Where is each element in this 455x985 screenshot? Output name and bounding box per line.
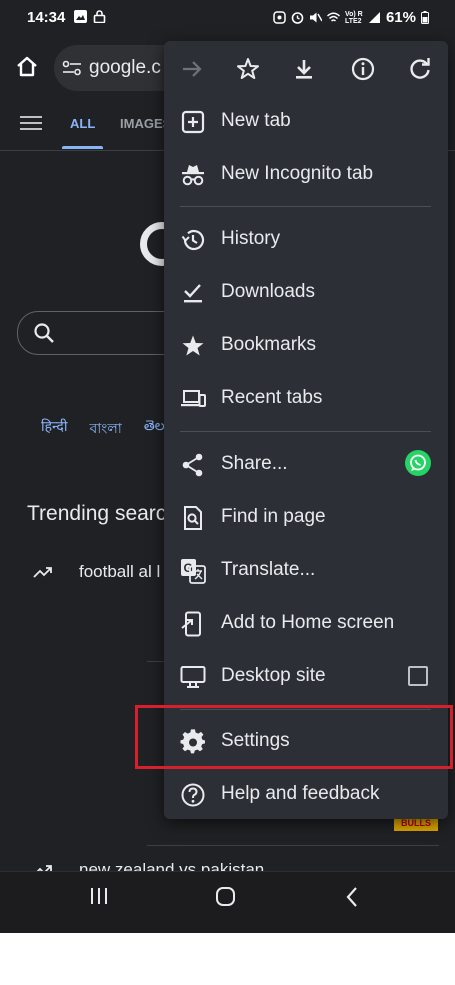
desktop-site-checkbox[interactable] (408, 666, 428, 686)
history-icon (181, 229, 205, 251)
info-icon[interactable] (350, 56, 376, 82)
help-icon (181, 783, 205, 807)
status-time: 14:34 (27, 9, 66, 26)
desktop-icon (180, 666, 206, 688)
home-icon[interactable] (12, 52, 42, 82)
battery-icon (421, 11, 429, 24)
menu-action-row (164, 41, 448, 97)
menu-item-label: Translate... (221, 559, 316, 580)
star-icon[interactable] (235, 56, 261, 82)
language-link-telugu[interactable]: తెల (144, 417, 165, 441)
menu-item-label: New tab (221, 110, 291, 131)
status-left-icons (74, 10, 106, 23)
menu-item-label: New Incognito tab (221, 163, 374, 184)
url-text: google.c (89, 57, 161, 78)
trending-up-icon (33, 567, 52, 578)
language-link-hindi[interactable]: हिन्दी (41, 417, 67, 441)
menu-item-label: Recent tabs (221, 387, 323, 408)
gallery-icon (74, 10, 87, 23)
menu-divider (180, 206, 431, 207)
downloads-icon (184, 284, 202, 303)
recent-tabs-icon (181, 390, 206, 407)
menu-item-desktop-site[interactable]: Desktop site (164, 650, 448, 703)
language-links: हिन्दी বাংলা తెల (41, 417, 165, 441)
find-in-page-icon (184, 506, 202, 530)
site-settings-icon[interactable] (62, 59, 82, 77)
menu-item-bookmarks[interactable]: Bookmarks (164, 319, 448, 372)
trending-item-text: football al l (79, 562, 161, 581)
lock-icon (93, 10, 106, 23)
recent-apps-icon[interactable] (89, 886, 109, 906)
bookmarks-icon (182, 335, 204, 356)
menu-item-label: Add to Home screen (221, 612, 395, 633)
menu-item-label: Bookmarks (221, 334, 317, 355)
whatsapp-glyph (410, 454, 426, 471)
signal-icon (368, 12, 380, 23)
search-icon (34, 323, 54, 343)
menu-item-recent-tabs[interactable]: Recent tabs (164, 372, 448, 425)
menu-item-add-to-home-screen[interactable]: Add to Home screen (164, 597, 448, 650)
add-to-home-icon (181, 611, 201, 637)
menu-item-label: Find in page (221, 506, 326, 527)
incognito-icon (182, 165, 204, 186)
tab-all[interactable]: ALL (70, 116, 95, 131)
trending-heading: Trending searc (27, 502, 167, 525)
menu-item-help-and-feedback[interactable]: Help and feedback (164, 768, 448, 821)
phone-screen: 14:34 Vo) R LTE2 61% google.c ALL IMAGES (0, 0, 455, 933)
battery-level: 61% (385, 9, 416, 26)
system-nav-bar (0, 871, 455, 933)
menu-item-share[interactable]: Share... (164, 438, 448, 491)
menu-item-label: Share... (221, 453, 288, 474)
alarm-icon (291, 12, 304, 24)
settings-highlight-box (135, 705, 453, 769)
share-icon (182, 453, 203, 477)
menu-item-label: Help and feedback (221, 783, 380, 804)
menu-item-new-tab[interactable]: New tab (164, 95, 448, 148)
translate-icon: G (181, 559, 206, 584)
vpn-icon (273, 11, 286, 24)
download-icon[interactable] (291, 56, 317, 82)
menu-item-new-incognito-tab[interactable]: New Incognito tab (164, 148, 448, 201)
menu-item-label: Downloads (221, 281, 315, 302)
status-right-icons: Vo) R LTE2 61% (273, 9, 429, 26)
divider (147, 845, 439, 846)
menu-item-history[interactable]: History (164, 213, 448, 266)
menu-divider (180, 431, 431, 432)
back-nav-icon[interactable] (344, 886, 360, 908)
wifi-icon (326, 12, 340, 22)
mute-icon (309, 12, 322, 23)
status-bar: 14:34 Vo) R LTE2 61% (0, 0, 455, 36)
menu-item-label: History (221, 228, 281, 249)
home-nav-icon[interactable] (215, 886, 237, 908)
new-tab-icon (181, 110, 205, 134)
hamburger-menu-icon[interactable] (20, 115, 42, 131)
tab-all-indicator (62, 146, 103, 149)
menu-item-label: Desktop site (221, 665, 326, 686)
refresh-icon[interactable] (407, 56, 433, 82)
whatsapp-icon[interactable] (405, 450, 431, 476)
menu-item-find-in-page[interactable]: Find in page (164, 491, 448, 544)
svg-text:G: G (184, 561, 193, 575)
forward-icon[interactable] (179, 56, 205, 82)
network-label: Vo) R LTE2 (344, 10, 363, 25)
language-link-bangla[interactable]: বাংলা (89, 417, 121, 441)
menu-item-downloads[interactable]: Downloads (164, 266, 448, 319)
overflow-menu: New tab New Incognito tab History Downlo… (164, 41, 448, 819)
menu-item-translate[interactable]: G Translate... (164, 544, 448, 597)
